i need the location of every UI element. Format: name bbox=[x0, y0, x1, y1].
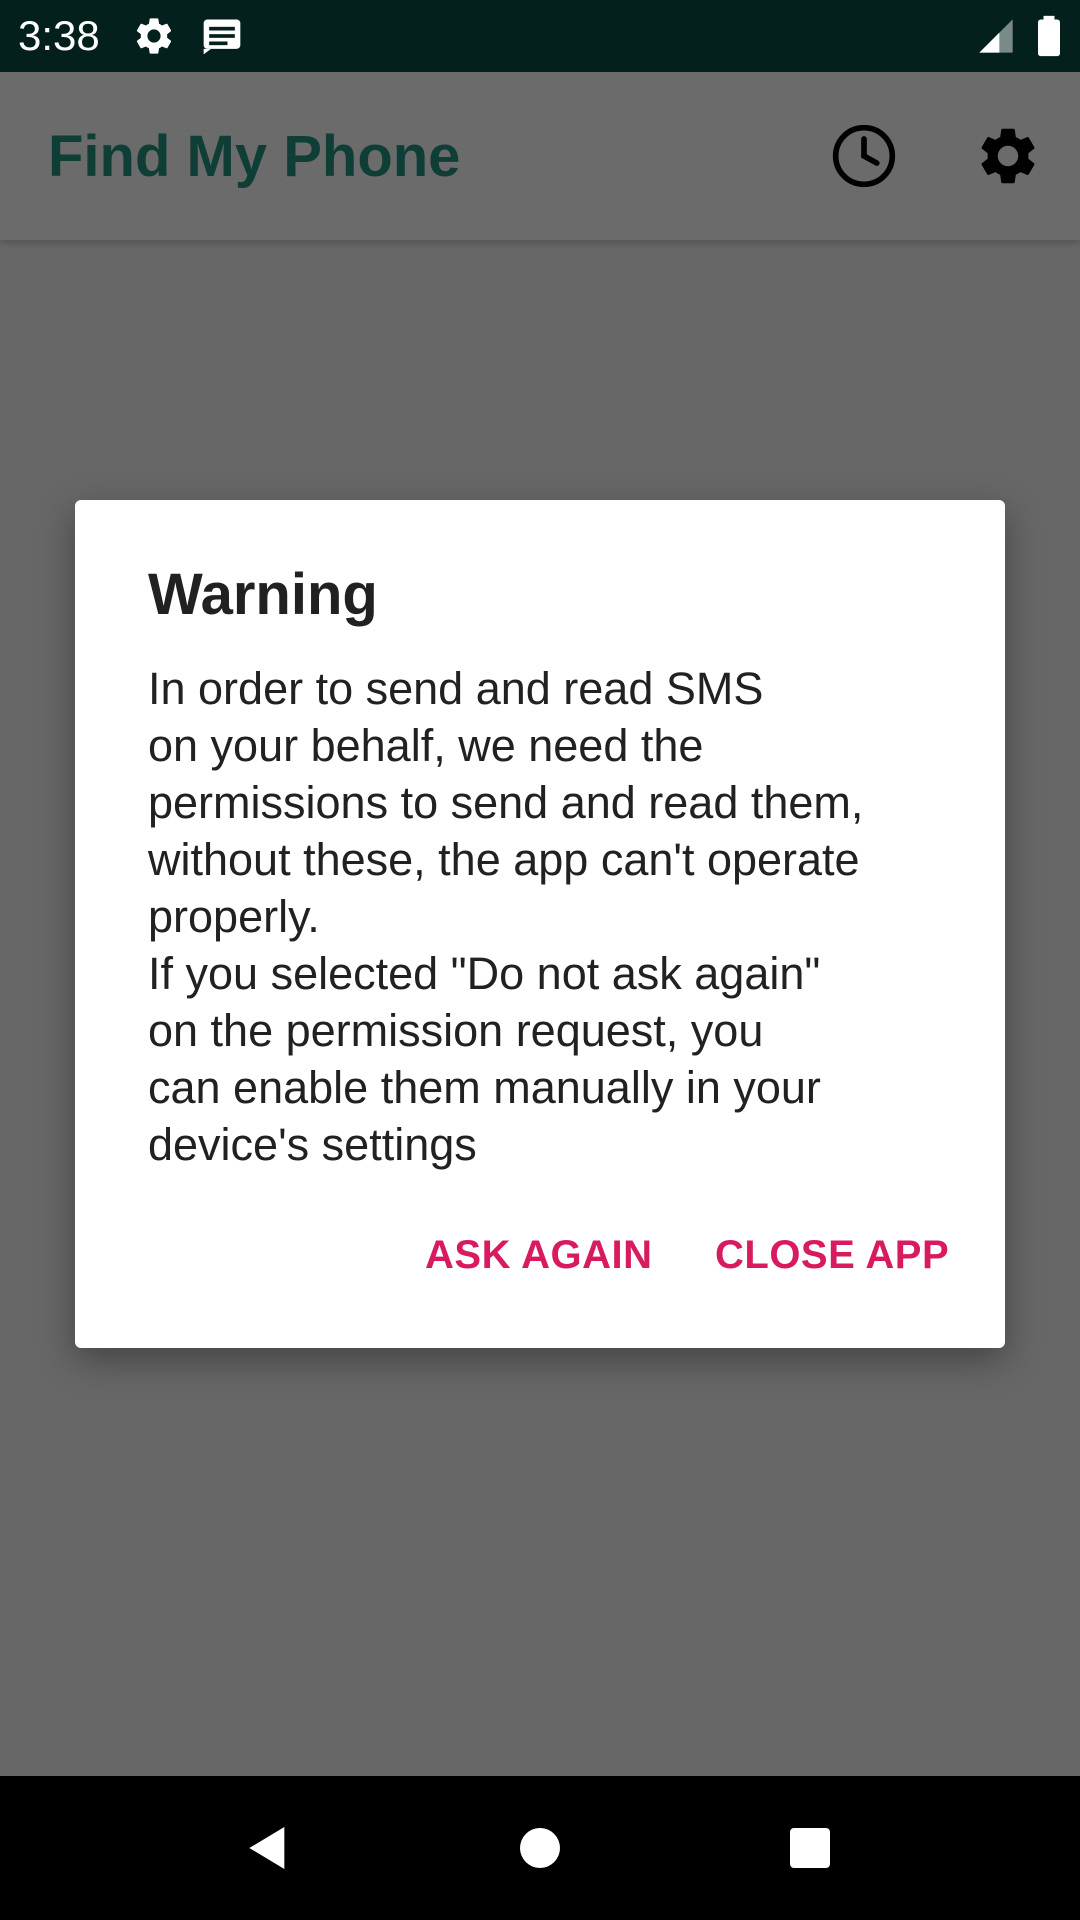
recents-button[interactable] bbox=[762, 1800, 858, 1896]
warning-dialog: Warning In order to send and read SMS on… bbox=[75, 500, 1005, 1348]
battery-icon bbox=[1034, 14, 1064, 58]
signal-icon bbox=[976, 14, 1016, 58]
dialog-message: In order to send and read SMS on your be… bbox=[148, 663, 864, 1170]
dialog-title: Warning bbox=[148, 562, 378, 627]
navigation-bar bbox=[0, 1776, 1080, 1920]
screen: 3:38 Find My Phone Warning In order to s… bbox=[0, 0, 1080, 1920]
app-title: Find My Phone bbox=[48, 124, 461, 189]
history-button[interactable] bbox=[822, 114, 906, 198]
back-button[interactable] bbox=[220, 1800, 316, 1896]
history-icon bbox=[832, 124, 896, 188]
recents-icon bbox=[790, 1828, 830, 1868]
settings-icon bbox=[981, 128, 1035, 184]
status-time: 3:38 bbox=[18, 12, 100, 59]
home-icon bbox=[520, 1828, 560, 1868]
status-bar: 3:38 bbox=[0, 0, 1080, 72]
message-icon bbox=[200, 14, 244, 58]
app-bar: Find My Phone bbox=[0, 72, 1080, 240]
ask-again-button[interactable]: ASK AGAIN bbox=[425, 1220, 652, 1290]
settings-button[interactable] bbox=[966, 114, 1050, 198]
settings-icon bbox=[132, 14, 176, 58]
back-icon bbox=[249, 1827, 285, 1869]
close-app-button[interactable]: CLOSE APP bbox=[715, 1220, 949, 1290]
home-button[interactable] bbox=[492, 1800, 588, 1896]
